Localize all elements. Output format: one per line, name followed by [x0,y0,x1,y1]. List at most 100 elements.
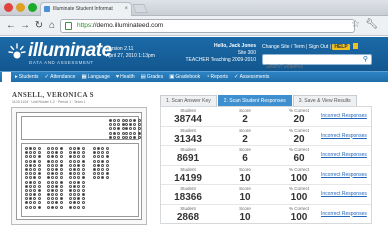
help-button[interactable]: HELP [332,44,350,50]
forward-icon[interactable]: → [18,19,32,33]
answer-bubble [125,131,128,135]
incorrect-responses-link[interactable]: Incorrect Responses [321,113,367,119]
answer-sheet-image [16,112,142,220]
close-tab-icon[interactable]: × [124,3,128,15]
app-header: illuminate DATA AND ASSESSMENT Version 2… [0,37,388,72]
nav-item-language[interactable]: ▦Language [81,72,109,82]
tab-step-3[interactable]: 3. Save & View Results [292,95,357,106]
reload-icon[interactable]: ↻ [32,19,46,33]
incorrect-responses-link[interactable]: Incorrect Responses [321,191,367,197]
answer-bubble [81,197,85,201]
student-id-cell: Student 38744 [167,108,209,125]
answer-bubble [105,176,109,180]
answer-bubble [25,193,28,197]
nav-item-students[interactable]: ▸Students [15,72,39,82]
percent-correct-value-cell: % Correct 100 [279,206,319,223]
answer-bubble [125,135,128,139]
nav-item-label: Gradebook [175,74,201,80]
close-window-button[interactable] [4,3,13,12]
address-bar[interactable]: https://demo.illuminateed.com [60,19,355,33]
bubble-group [109,119,125,139]
nav-item-assessments[interactable]: ✓Assessments [234,72,269,82]
answer-bubble [81,147,85,150]
answer-bubble [47,184,50,188]
answer-bubble [33,155,37,159]
answer-bubble [55,201,59,205]
answer-bubble [101,167,105,171]
answer-bubble [51,180,55,184]
answer-bubble [129,127,133,131]
answer-bubble [37,193,41,197]
version-date: April 27, 2010 1:13pm [106,53,155,59]
answer-bubble [101,172,105,176]
language-icon: ▦ [81,74,87,80]
nav-item-grades[interactable]: ▤Grades [141,72,164,82]
answer-bubble [73,205,77,209]
incorrect-responses-link[interactable]: Incorrect Responses [321,133,367,139]
answer-bubble [101,151,105,155]
answer-bubble [77,155,81,159]
nav-item-attendance[interactable]: ✓Attendance [45,72,76,82]
answer-bubble [81,205,85,209]
answer-bubble [55,180,59,184]
answer-bubble [33,197,37,201]
sign-out-link[interactable]: Sign Out [309,44,328,50]
answer-bubble [51,184,55,188]
nav-home-icon[interactable]: ⌂ [2,72,11,82]
tab-step-2[interactable]: 2. Scan Student Responses [217,95,292,106]
nav-item-health[interactable]: ♥Health [116,72,135,82]
answer-bubble [59,193,63,197]
answer-bubble [47,163,50,167]
answer-bubble [25,167,28,171]
percent-correct-value: 100 [290,211,308,223]
answer-bubble [105,155,109,159]
answer-bubble [37,188,41,192]
answer-bubble [51,159,55,163]
incorrect-responses-link[interactable]: Incorrect Responses [321,211,367,217]
nav-item-reports[interactable]: ◔Reports [206,72,228,82]
percent-correct-value-cell: % Correct 20 [279,128,319,145]
score-value-cell: Score 6 [225,147,265,164]
zoom-window-button[interactable] [28,3,37,12]
answer-bubble [69,147,72,150]
new-tab-button[interactable] [132,4,148,13]
answer-bubble [47,180,50,184]
answer-bubble [73,172,77,176]
bubble-group [25,147,41,209]
minimize-window-button[interactable] [16,3,25,12]
tab-step-1[interactable]: 1. Scan Answer Key [160,95,217,106]
answer-bubble [73,184,77,188]
answer-bubble [109,123,112,127]
answer-bubble [37,151,41,155]
answer-bubble [37,197,41,201]
answer-bubble [105,172,109,176]
answer-bubble [47,193,50,197]
back-icon[interactable]: ← [4,19,18,33]
nav-item-gradebook[interactable]: ▣Gradebook [169,72,200,82]
lock-icon[interactable] [353,43,359,49]
version-info: Version 2.11 April 27, 2010 1:13pm [106,46,155,60]
bookmark-star-icon[interactable]: ☆ [351,19,360,30]
answer-bubble [51,176,55,180]
home-icon[interactable]: ⌂ [45,19,59,33]
answer-bubble [25,151,28,155]
browser-tab[interactable]: Illuminate Student Informat × [40,2,132,16]
answer-bubble [51,197,55,201]
answer-bubble [137,123,141,127]
search-icon[interactable]: ⚲ [363,55,368,64]
answer-bubble [29,197,33,201]
percent-correct-value: 100 [290,192,308,203]
logo-text[interactable]: illuminate [28,41,112,60]
table-row: Student 2868 Score 10 % Correct 100 Incorrect … [161,205,371,225]
incorrect-responses-link[interactable]: Incorrect Responses [321,172,367,178]
incorrect-responses-link[interactable]: Incorrect Responses [321,152,367,158]
percent-correct-value-cell: % Correct 60 [279,147,319,164]
answer-bubble [55,188,59,192]
url-text: https://demo.illuminateed.com [77,22,164,29]
answer-bubble [69,167,72,171]
wrench-menu-icon[interactable]: 🔧︎ [365,19,378,30]
answer-bubble [93,176,96,180]
answer-bubble [55,184,59,188]
answer-bubble [29,159,33,163]
change-site-link[interactable]: Change Site / Term [262,44,305,50]
